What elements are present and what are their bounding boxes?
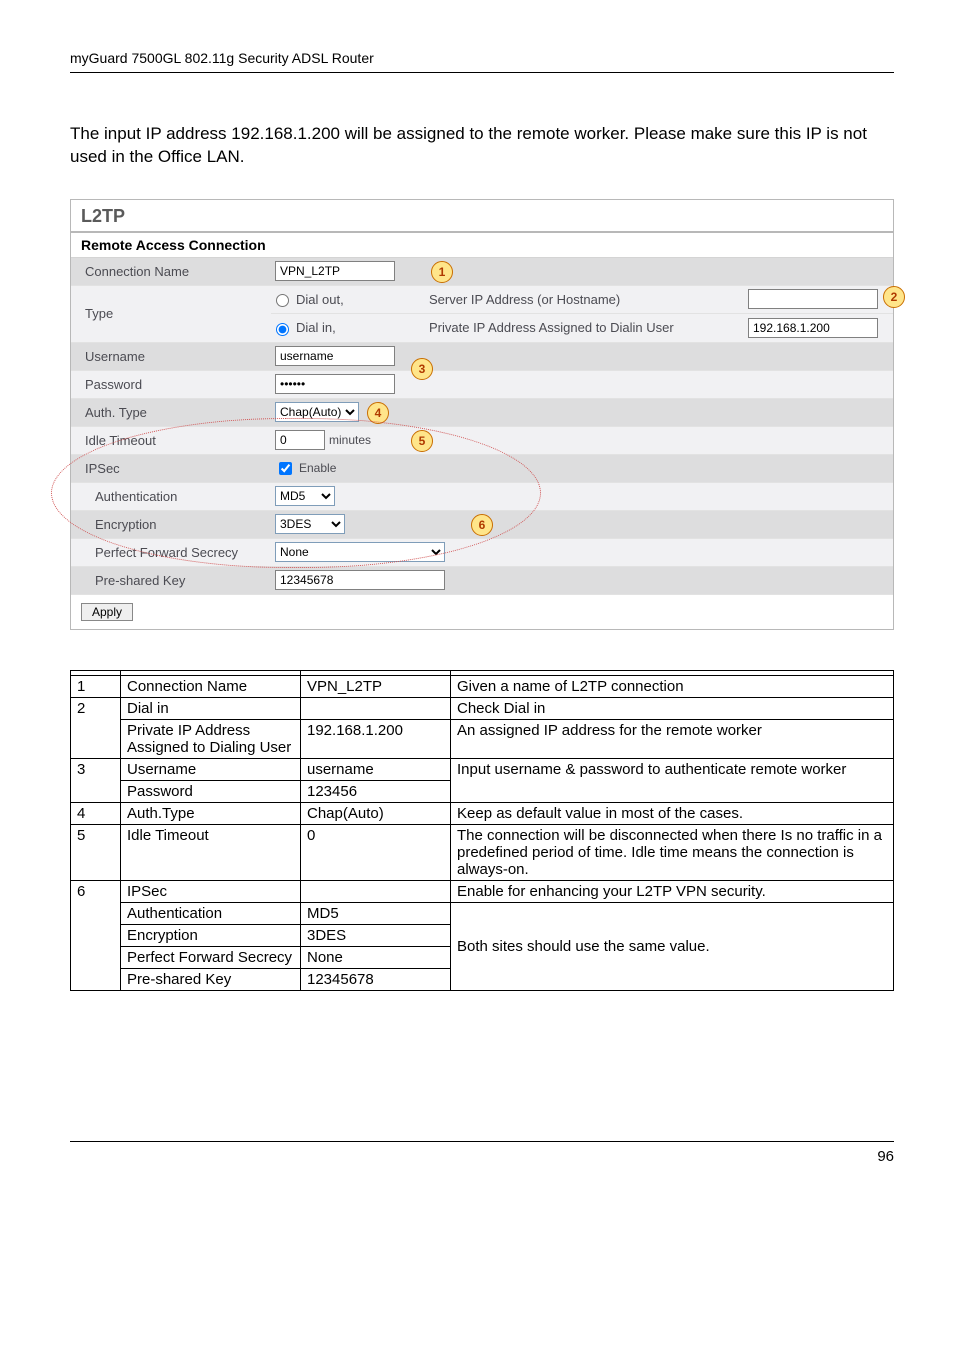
cell-id-1: 1 [71, 675, 121, 697]
cell-id-4: 4 [71, 802, 121, 824]
cell-item-4: Auth.Type [121, 802, 301, 824]
callout-6: 6 [471, 514, 493, 536]
cell-item-2b: Private IP Address Assigned to Dialing U… [121, 719, 301, 758]
cell-item-6d: Pre-shared Key [121, 968, 301, 990]
cell-func-6c: None [301, 946, 451, 968]
dial-in-label: Dial in, [296, 320, 336, 335]
auth-type-select[interactable]: Chap(Auto) [275, 402, 359, 422]
row-ipsec: IPSec Enable [71, 455, 893, 483]
dial-out-desc: Server IP Address (or Hostname) [429, 292, 730, 307]
row-connection-name: Connection Name 1 [71, 258, 893, 286]
row-pfs: Perfect Forward Secrecy None [71, 539, 893, 567]
idle-timeout-unit: minutes [329, 433, 371, 447]
idle-timeout-input[interactable] [275, 430, 325, 450]
connection-name-input[interactable] [275, 261, 395, 281]
label-auth-type: Auth. Type [71, 401, 271, 424]
callout-4: 4 [367, 402, 389, 424]
cell-item-2a: Dial in [121, 697, 301, 719]
cell-item-5: Idle Timeout [121, 824, 301, 880]
page-number: 96 [70, 1148, 894, 1165]
cell-func-4: Chap(Auto) [301, 802, 451, 824]
cell-item-6c: Perfect Forward Secrecy [121, 946, 301, 968]
row-username: Username 3 [71, 343, 893, 371]
cell-func-6d: 12345678 [301, 968, 451, 990]
divider-bottom [70, 1141, 894, 1142]
password-input[interactable] [275, 374, 395, 394]
dial-in-ip-input[interactable] [748, 318, 878, 338]
cell-desc-5: The connection will be disconnected when… [451, 824, 894, 880]
cell-item-6: IPSec [121, 880, 301, 902]
cell-id-2: 2 [71, 697, 121, 758]
callout-2: 2 [883, 286, 905, 308]
callout-5: 5 [411, 430, 433, 452]
label-psk: Pre-shared Key [71, 569, 271, 592]
cell-desc-3: Input username & password to authenticat… [451, 758, 894, 802]
cell-item-3b: Password [121, 780, 301, 802]
label-username: Username [71, 345, 271, 368]
cell-desc-1: Given a name of L2TP connection [451, 675, 894, 697]
cell-func-1: VPN_L2TP [301, 675, 451, 697]
callout-1: 1 [431, 261, 453, 283]
label-ipsec: IPSec [71, 457, 271, 480]
row-idle-timeout: Idle Timeout minutes 5 [71, 427, 893, 455]
cell-desc-6sub: Both sites should use the same value. [451, 902, 894, 990]
row-type: Type Dial out, Server IP Address (or Hos… [71, 286, 893, 343]
dial-in-desc: Private IP Address Assigned to Dialin Us… [429, 320, 730, 335]
label-encryption: Encryption [71, 513, 271, 536]
cell-desc-2a: Check Dial in [451, 697, 894, 719]
intro-text: The input IP address 192.168.1.200 will … [70, 123, 894, 169]
cell-item-6a: Authentication [121, 902, 301, 924]
doc-title: myGuard 7500GL 802.11g Security ADSL Rou… [70, 50, 894, 66]
row-psk: Pre-shared Key [71, 567, 893, 595]
ipsec-enable-label: Enable [299, 461, 336, 475]
apply-button[interactable]: Apply [81, 603, 133, 621]
dial-out-ip-input[interactable] [748, 289, 878, 309]
cell-item-1: Connection Name [121, 675, 301, 697]
cell-id-5: 5 [71, 824, 121, 880]
row-authentication: Authentication MD5 [71, 483, 893, 511]
label-idle-timeout: Idle Timeout [71, 429, 271, 452]
cell-desc-4: Keep as default value in most of the cas… [451, 802, 894, 824]
cell-func-3b: 123456 [301, 780, 451, 802]
row-encryption: Encryption 3DES 6 [71, 511, 893, 539]
cell-func-3a: username [301, 758, 451, 780]
cell-id-6: 6 [71, 880, 121, 990]
cell-func-2a [301, 697, 451, 719]
label-authentication: Authentication [71, 485, 271, 508]
panel-subheader: Remote Access Connection [71, 233, 893, 258]
dial-out-radio[interactable] [276, 294, 289, 307]
label-pfs: Perfect Forward Secrecy [71, 541, 271, 564]
cell-func-6b: 3DES [301, 924, 451, 946]
label-password: Password [71, 373, 271, 396]
psk-input[interactable] [275, 570, 445, 590]
dial-out-label: Dial out, [296, 292, 344, 307]
label-type: Type [71, 286, 271, 342]
label-connection-name: Connection Name [71, 260, 271, 283]
cell-func-6a: MD5 [301, 902, 451, 924]
cell-id-3: 3 [71, 758, 121, 802]
panel-title: L2TP [71, 200, 893, 233]
dial-in-radio[interactable] [276, 323, 289, 336]
encryption-select[interactable]: 3DES [275, 514, 345, 534]
ipsec-enable-checkbox[interactable] [279, 462, 292, 475]
authentication-select[interactable]: MD5 [275, 486, 335, 506]
cell-func-2b: 192.168.1.200 [301, 719, 451, 758]
l2tp-panel: L2TP Remote Access Connection Connection… [70, 199, 894, 630]
cell-func-5: 0 [301, 824, 451, 880]
cell-item-6b: Encryption [121, 924, 301, 946]
divider-top [70, 72, 894, 73]
cell-desc-2b: An assigned IP address for the remote wo… [451, 719, 894, 758]
cell-func-6 [301, 880, 451, 902]
description-table: 1 Connection Name VPN_L2TP Given a name … [70, 670, 894, 991]
apply-row: Apply [71, 595, 893, 629]
row-password: Password [71, 371, 893, 399]
cell-item-3a: Username [121, 758, 301, 780]
cell-desc-6: Enable for enhancing your L2TP VPN secur… [451, 880, 894, 902]
pfs-select[interactable]: None [275, 542, 445, 562]
username-input[interactable] [275, 346, 395, 366]
row-auth-type: Auth. Type Chap(Auto) 4 [71, 399, 893, 427]
